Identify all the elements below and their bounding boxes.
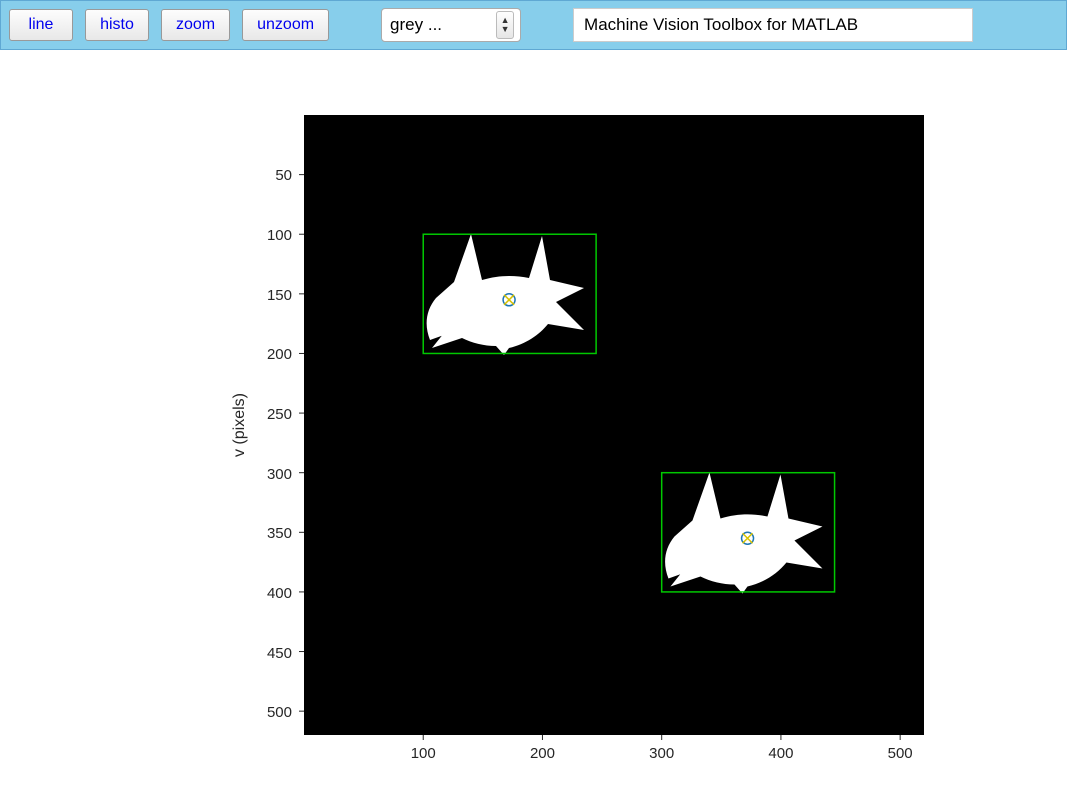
toolbar: line histo zoom unzoom grey ... ▲▼ xyxy=(0,0,1067,50)
colormap-selected-label: grey ... xyxy=(390,15,512,35)
plot-area: 50 100 150 200 250 300 350 400 450 500 xyxy=(0,50,1067,800)
xtick-100: 100 xyxy=(410,745,435,762)
ytick-200: 200 xyxy=(266,346,291,363)
x-axis-ticks: 100 200 300 400 500 xyxy=(410,735,912,762)
ytick-500: 500 xyxy=(266,704,291,721)
ytick-350: 350 xyxy=(266,525,291,542)
unzoom-button[interactable]: unzoom xyxy=(242,9,329,41)
xtick-200: 200 xyxy=(529,745,554,762)
xtick-300: 300 xyxy=(649,745,674,762)
ytick-50: 50 xyxy=(275,167,292,184)
xtick-400: 400 xyxy=(768,745,793,762)
ytick-400: 400 xyxy=(266,585,291,602)
xtick-500: 500 xyxy=(887,745,912,762)
line-button[interactable]: line xyxy=(9,9,73,41)
image-plot[interactable]: 50 100 150 200 250 300 350 400 450 500 xyxy=(84,50,984,770)
y-axis-ticks: 50 100 150 200 250 300 350 400 450 500 xyxy=(266,167,303,721)
zoom-button[interactable]: zoom xyxy=(161,9,230,41)
y-axis-label: v (pixels) xyxy=(231,393,248,457)
image-canvas xyxy=(304,115,924,735)
x-axis-label: u (pixels) xyxy=(581,769,646,770)
ytick-100: 100 xyxy=(266,227,291,244)
ytick-450: 450 xyxy=(266,645,291,662)
colormap-dropdown[interactable]: grey ... ▲▼ xyxy=(381,8,521,42)
ytick-250: 250 xyxy=(266,406,291,423)
histo-button[interactable]: histo xyxy=(85,9,149,41)
dropdown-stepper-icon: ▲▼ xyxy=(496,11,514,39)
ytick-150: 150 xyxy=(266,287,291,304)
title-field[interactable] xyxy=(573,8,973,42)
ytick-300: 300 xyxy=(266,466,291,483)
